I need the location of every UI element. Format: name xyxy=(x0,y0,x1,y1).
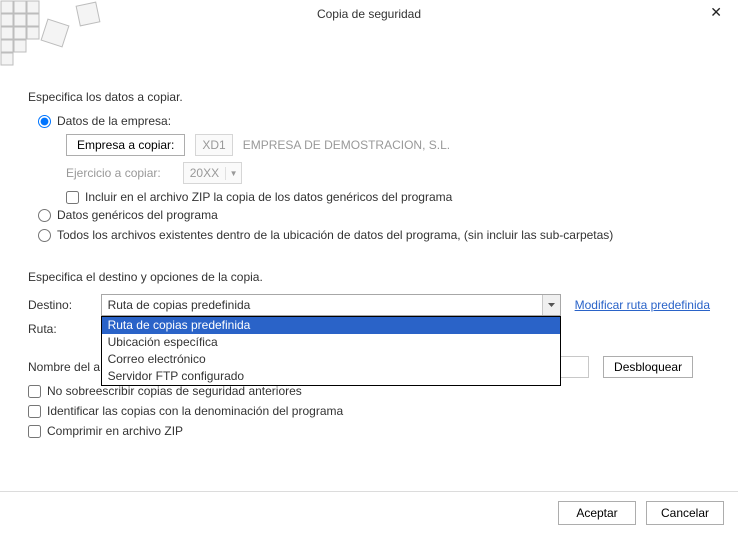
accept-button[interactable]: Aceptar xyxy=(558,501,636,525)
radio-generic-label: Datos genéricos del programa xyxy=(57,208,218,222)
destino-option[interactable]: Servidor FTP configurado xyxy=(102,368,560,385)
include-generic-label: Incluir en el archivo ZIP la copia de lo… xyxy=(85,190,452,204)
radio-all-files[interactable]: Todos los archivos existentes dentro de … xyxy=(38,228,710,242)
identify-row[interactable]: Identificar las copias con la denominaci… xyxy=(28,404,710,418)
chevron-down-icon[interactable] xyxy=(542,295,560,315)
company-name-text: EMPRESA DE DEMOSTRACION, S.L. xyxy=(243,138,450,152)
company-code-field: XD1 xyxy=(195,134,232,156)
dialog-title: Copia de seguridad xyxy=(317,7,421,21)
year-select[interactable]: 20XX ▼ xyxy=(183,162,242,184)
section1-label: Especifica los datos a copiar. xyxy=(28,90,710,104)
zip-label: Comprimir en archivo ZIP xyxy=(47,424,183,438)
identify-label: Identificar las copias con la denominaci… xyxy=(47,404,343,418)
destino-option[interactable]: Ubicación específica xyxy=(102,334,560,351)
destino-value: Ruta de copias predefinida xyxy=(102,295,542,315)
section2-label: Especifica el destino y opciones de la c… xyxy=(28,270,710,284)
radio-all-label: Todos los archivos existentes dentro de … xyxy=(57,228,613,242)
no-overwrite-row[interactable]: No sobreescribir copias de seguridad ant… xyxy=(28,384,710,398)
dialog-footer: Aceptar Cancelar xyxy=(0,491,738,533)
year-label: Ejercicio a copiar: xyxy=(66,166,161,180)
radio-company-label: Datos de la empresa: xyxy=(57,114,171,128)
include-generic-checkbox-row[interactable]: Incluir en el archivo ZIP la copia de lo… xyxy=(66,190,710,204)
ruta-label: Ruta: xyxy=(28,322,103,336)
year-value: 20XX xyxy=(184,163,225,183)
zip-row[interactable]: Comprimir en archivo ZIP xyxy=(28,424,710,438)
radio-company-data[interactable]: Datos de la empresa: xyxy=(38,114,710,128)
destino-label: Destino: xyxy=(28,298,101,312)
filename-label: Nombre del a xyxy=(28,360,100,374)
modify-path-link[interactable]: Modificar ruta predefinida xyxy=(575,298,710,312)
include-generic-checkbox[interactable] xyxy=(66,191,79,204)
chevron-down-icon: ▼ xyxy=(225,167,241,180)
destino-option[interactable]: Ruta de copias predefinida xyxy=(102,317,560,334)
radio-all-input[interactable] xyxy=(38,229,51,242)
destino-dropdown: Ruta de copias predefinida Ubicación esp… xyxy=(101,316,561,386)
no-overwrite-checkbox[interactable] xyxy=(28,385,41,398)
cancel-button[interactable]: Cancelar xyxy=(646,501,724,525)
company-select-button[interactable]: Empresa a copiar: xyxy=(66,134,185,156)
destino-combobox[interactable]: Ruta de copias predefinida Ruta de copia… xyxy=(101,294,561,316)
destino-option[interactable]: Correo electrónico xyxy=(102,351,560,368)
zip-checkbox[interactable] xyxy=(28,425,41,438)
radio-generic-data[interactable]: Datos genéricos del programa xyxy=(38,208,710,222)
radio-generic-input[interactable] xyxy=(38,209,51,222)
radio-company-input[interactable] xyxy=(38,115,51,128)
no-overwrite-label: No sobreescribir copias de seguridad ant… xyxy=(47,384,302,398)
close-icon[interactable]: ✕ xyxy=(704,4,728,21)
unlock-button[interactable]: Desbloquear xyxy=(603,356,693,378)
identify-checkbox[interactable] xyxy=(28,405,41,418)
